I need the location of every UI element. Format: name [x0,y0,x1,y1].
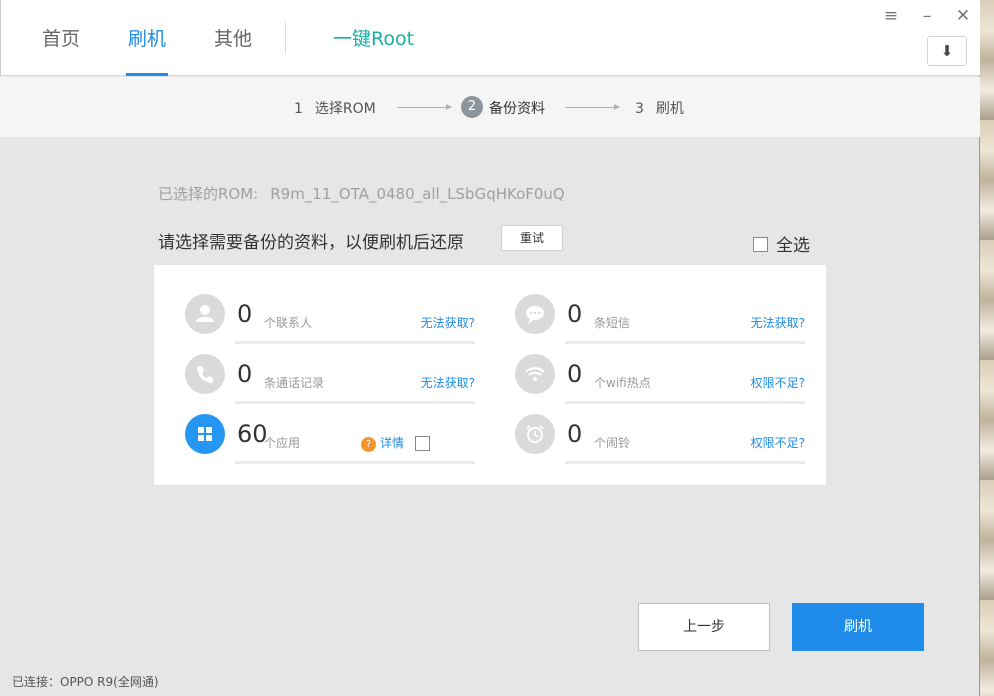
item-divider [565,401,805,404]
previous-step-button[interactable]: 上一步 [638,603,770,651]
nav-divider [285,22,286,54]
app-window: 首页 刷机 其他 一键Root ≡ – ✕ ⬇ 1 选择ROM 2 备份资料 3 刷机… [0,0,980,696]
backup-item-wifi: 0 个wifi热点 权限不足? [515,354,805,406]
backup-panel: 0 个联系人 无法获取? 0 条短信 无法获取? 0 条通话记录 无法获取? 0… [154,265,826,485]
item-divider [235,341,475,344]
rom-prefix: 已选择的ROM: [158,185,259,203]
step-3-label: 刷机 [655,101,684,117]
wifi-count: 0 [567,360,583,388]
backup-item-contacts: 0 个联系人 无法获取? [185,294,475,346]
call-log-help-link[interactable]: 无法获取? [421,374,475,391]
step-1: 1 选择ROM [294,98,376,118]
backup-item-apps: 60 个应用 ? 详情 [185,414,475,466]
step-2-number: 2 [461,96,483,118]
step-1-number: 1 [294,101,303,117]
tab-flash[interactable]: 刷机 [125,24,169,76]
select-all-checkbox[interactable] [753,236,768,252]
select-all-label: 全选 [776,236,810,256]
minimize-icon[interactable]: – [917,6,937,26]
close-icon[interactable]: ✕ [953,6,973,26]
contacts-count: 0 [237,300,253,328]
phone-icon [185,354,225,394]
step-arrow-1 [397,104,452,110]
connection-status: 已连接：OPPO R9(全网通) [12,675,159,689]
flash-button[interactable]: 刷机 [792,603,924,651]
download-button[interactable]: ⬇ [927,36,967,66]
selected-rom: 已选择的ROM: R9m_11_OTA_0480_all_LSbGqHKoF0uQ [158,183,565,204]
apps-label: 个应用 [264,436,301,450]
step-arrow-2 [565,104,620,110]
backup-item-alarms: 0 个闹铃 权限不足? [515,414,805,466]
wifi-icon [515,354,555,394]
tab-other[interactable]: 其他 [214,24,252,76]
sms-count: 0 [567,300,583,328]
step-1-label: 选择ROM [314,101,376,117]
sms-icon [515,294,555,334]
tab-home[interactable]: 首页 [42,24,80,76]
sms-help-link[interactable]: 无法获取? [751,314,805,331]
alarms-help-link[interactable]: 权限不足? [751,434,805,451]
alarms-count: 0 [567,420,583,448]
alarms-label: 个闹铃 [594,436,631,450]
contacts-label: 个联系人 [264,316,313,330]
header: 首页 刷机 其他 一键Root ≡ – ✕ ⬇ [0,0,980,76]
step-2-label: 备份资料 [489,101,545,117]
step-3-number: 3 [635,101,644,117]
contacts-help-link[interactable]: 无法获取? [421,314,475,331]
item-divider [565,461,805,464]
item-divider [565,341,805,344]
alarm-icon [515,414,555,454]
download-icon: ⬇ [940,42,954,60]
wifi-label: 个wifi热点 [594,376,651,390]
call-log-count: 0 [237,360,253,388]
step-indicator: 1 选择ROM 2 备份资料 3 刷机 [0,77,980,137]
tab-one-click-root[interactable]: 一键Root [333,24,414,76]
background-wallpaper [980,0,994,696]
contact-icon [185,294,225,334]
menu-icon[interactable]: ≡ [881,6,901,26]
call-log-label: 条通话记录 [264,376,325,390]
retry-button[interactable]: 重试 [501,225,563,251]
sms-label: 条短信 [594,316,631,330]
apps-details-link[interactable]: ? 详情 [361,434,404,452]
apps-details-label: 详情 [380,436,405,450]
backup-prompt: 请选择需要备份的资料，以便刷机后还原 [158,233,464,253]
item-divider [235,401,475,404]
item-divider [235,461,475,464]
apps-icon [185,414,225,454]
apps-count: 60 [237,420,268,448]
step-2: 2 备份资料 [461,96,545,120]
backup-item-sms: 0 条短信 无法获取? [515,294,805,346]
apps-checkbox[interactable] [415,436,430,451]
rom-name: R9m_11_OTA_0480_all_LSbGqHKoF0uQ [270,185,565,203]
select-all[interactable]: 全选 [753,231,810,256]
wifi-help-link[interactable]: 权限不足? [751,374,805,391]
backup-item-call-log: 0 条通话记录 无法获取? [185,354,475,406]
question-icon: ? [361,437,376,452]
step-3: 3 刷机 [635,98,684,118]
